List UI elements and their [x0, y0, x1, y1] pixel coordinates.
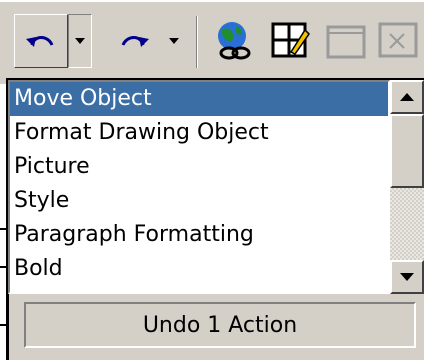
undo-dropdown-button[interactable] — [68, 14, 92, 68]
edge-mark — [0, 266, 6, 268]
tables-borders-icon — [271, 22, 310, 58]
list-item[interactable]: Format Drawing Object — [10, 116, 388, 150]
list-item[interactable]: Style — [10, 184, 388, 218]
scroll-up-button[interactable] — [390, 80, 424, 114]
arrow-up-icon — [400, 93, 414, 101]
vertical-scrollbar[interactable] — [390, 80, 424, 294]
toolbar-edge — [0, 2, 12, 84]
chevron-down-icon — [169, 38, 179, 44]
undo-button[interactable] — [14, 14, 68, 68]
list-item[interactable]: Move Object — [10, 82, 388, 116]
redo-arrow-icon — [121, 36, 149, 47]
frame-button — [322, 20, 370, 64]
document-edge — [0, 80, 8, 360]
toolbar-separator — [196, 16, 198, 68]
insert-hyperlink-button[interactable] — [206, 14, 262, 70]
scroll-down-button[interactable] — [390, 260, 424, 294]
scroll-thumb[interactable] — [390, 114, 424, 188]
standard-toolbar — [0, 0, 424, 84]
tables-borders-button[interactable] — [266, 16, 316, 66]
undo-count-label: Undo 1 Action — [142, 312, 298, 338]
globe-link-icon — [218, 22, 251, 60]
clipped-toolbar-icon — [378, 22, 418, 58]
list-item[interactable]: Bold — [10, 252, 388, 286]
undo-count-status: Undo 1 Action — [24, 302, 416, 348]
chevron-down-icon — [75, 38, 85, 44]
list-item[interactable]: Picture — [10, 150, 388, 184]
partially-hidden-button — [376, 20, 424, 64]
edge-mark — [0, 324, 6, 326]
scroll-track[interactable] — [390, 188, 424, 260]
arrow-down-icon — [400, 273, 414, 281]
frame-icon — [326, 25, 366, 59]
edge-mark — [0, 228, 6, 230]
redo-button[interactable] — [108, 16, 160, 66]
undo-action-list[interactable]: Move Object Format Drawing Object Pictur… — [8, 80, 390, 294]
redo-dropdown-button[interactable] — [162, 16, 186, 66]
list-item[interactable]: Paragraph Formatting — [10, 218, 388, 252]
undo-arrow-icon — [26, 36, 54, 47]
